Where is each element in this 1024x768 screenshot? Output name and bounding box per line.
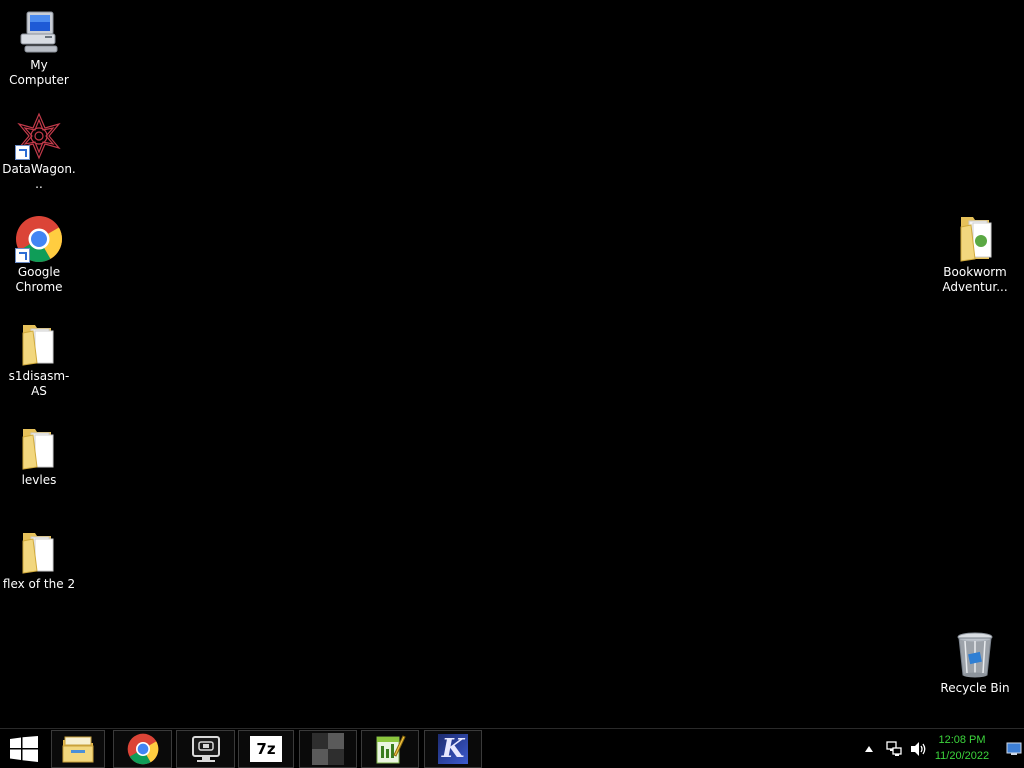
desktop-icon-google-chrome[interactable]: Google Chrome xyxy=(1,215,77,295)
7zip-icon: 7z xyxy=(250,736,282,762)
folder-icon xyxy=(951,215,999,263)
file-explorer-icon xyxy=(62,736,94,763)
show-desktop-icon xyxy=(1006,742,1022,755)
desktop-icon-label: Recycle Bin xyxy=(940,681,1010,695)
desktop-icon-bookworm-adventures[interactable]: Bookworm Adventur... xyxy=(937,215,1013,295)
desktop-icon-datawagon[interactable]: DataWagon... xyxy=(1,112,77,192)
start-button[interactable] xyxy=(0,729,48,768)
k-app-icon-text: K xyxy=(441,734,465,764)
taskbar-chrome-button[interactable] xyxy=(113,730,172,768)
chrome-icon xyxy=(15,215,63,263)
clock-date: 11/20/2022 xyxy=(934,750,990,762)
desktop-icon-label: Google Chrome xyxy=(15,265,63,294)
taskbar: 7z K 12:08 PM 11/20/2022 xyxy=(0,728,1024,768)
desktop: My Computer DataWagon... Google Chrome s… xyxy=(0,0,1024,728)
my-computer-icon xyxy=(15,8,63,56)
desktop-icon-my-computer[interactable]: My Computer xyxy=(1,8,77,88)
desktop-icon-label: DataWagon... xyxy=(2,162,76,191)
show-desktop-button[interactable] xyxy=(1004,729,1024,768)
desktop-icon-label: My Computer xyxy=(9,58,69,87)
clock[interactable]: 12:08 PM 11/20/2022 xyxy=(928,732,996,764)
taskbar-monitor-app-button[interactable] xyxy=(176,730,235,768)
clock-time: 12:08 PM xyxy=(938,734,986,746)
notepadpp-icon xyxy=(376,735,406,764)
shortcut-arrow-icon xyxy=(15,248,30,263)
taskbar-k-app-button[interactable]: K xyxy=(424,730,482,768)
7zip-icon-text: 7z xyxy=(256,740,276,758)
desktop-icon-label: Bookworm Adventur... xyxy=(942,265,1008,294)
shortcut-arrow-icon xyxy=(15,145,30,160)
desktop-icon-label: flex of the 2 xyxy=(2,577,76,591)
datawagon-icon xyxy=(15,112,63,160)
folder-icon xyxy=(15,423,63,471)
volume-icon xyxy=(911,741,926,756)
taskbar-file-explorer-button[interactable] xyxy=(51,730,105,768)
checkered-app-icon xyxy=(312,733,344,765)
desktop-icon-label: levles xyxy=(21,473,57,487)
monitor-app-icon xyxy=(191,736,220,762)
folder-icon xyxy=(15,319,63,367)
network-icon xyxy=(886,740,902,756)
desktop-icon-flex-of-the-2[interactable]: flex of the 2 xyxy=(1,527,77,592)
windows-logo-icon xyxy=(10,735,38,762)
folder-icon xyxy=(15,527,63,575)
taskbar-checkered-app-button[interactable] xyxy=(299,730,357,768)
chrome-icon xyxy=(127,733,158,765)
taskbar-notepadpp-button[interactable] xyxy=(361,730,419,768)
recycle-bin-icon xyxy=(951,631,999,679)
volume-tray-button[interactable] xyxy=(908,729,930,768)
desktop-icon-label: s1disasm-AS xyxy=(8,369,70,398)
desktop-icon-levles[interactable]: levles xyxy=(1,423,77,488)
desktop-icon-s1disasm-as[interactable]: s1disasm-AS xyxy=(1,319,77,399)
k-app-icon: K xyxy=(438,734,468,764)
taskbar-7zip-button[interactable]: 7z xyxy=(238,730,294,768)
network-tray-button[interactable] xyxy=(884,729,904,768)
desktop-icon-recycle-bin[interactable]: Recycle Bin xyxy=(937,631,1013,696)
show-hidden-icons-button[interactable] xyxy=(862,729,876,768)
chevron-up-icon xyxy=(865,745,873,752)
